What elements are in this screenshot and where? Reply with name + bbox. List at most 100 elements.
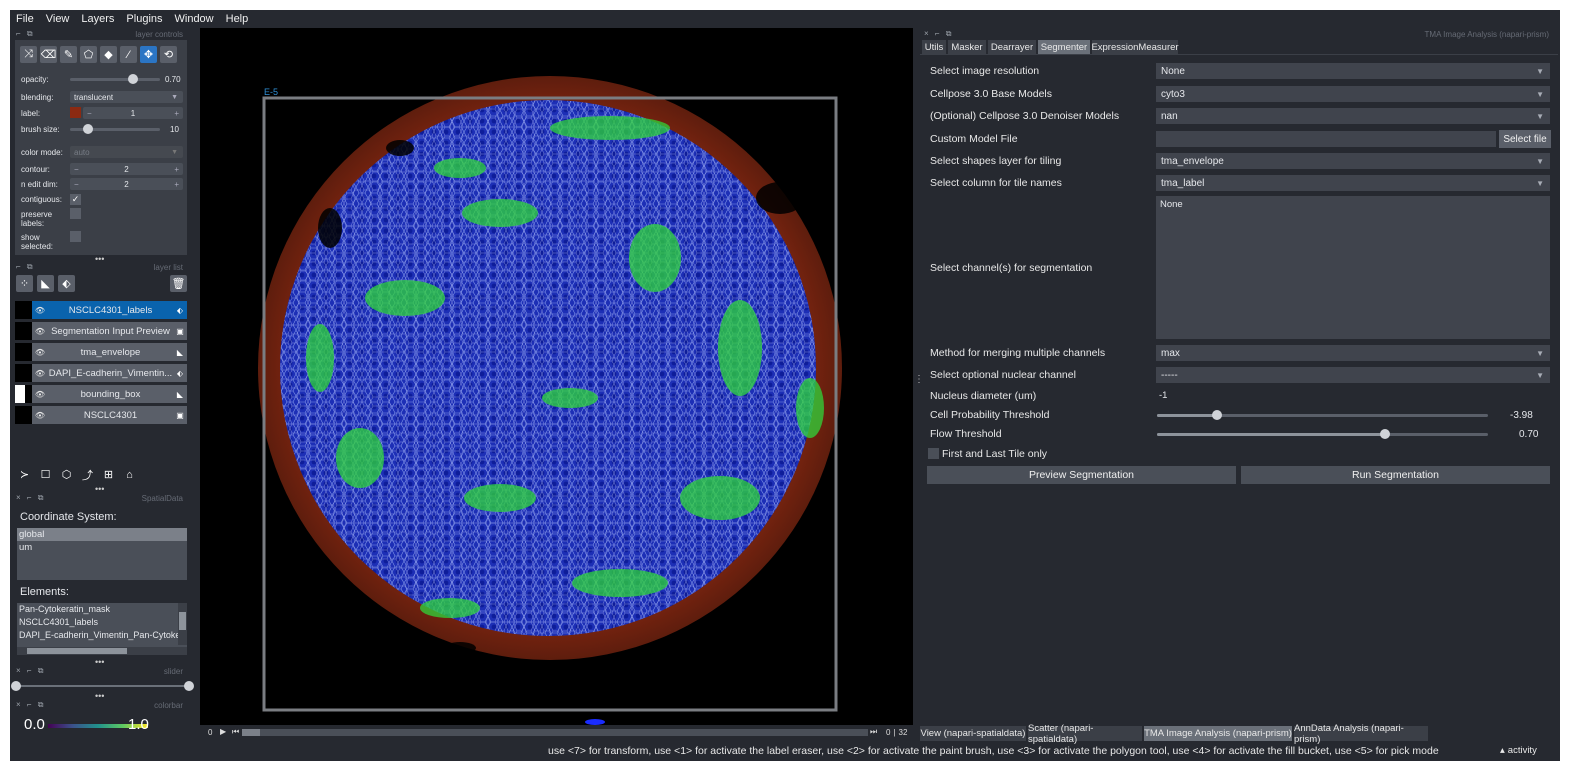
dock-splitter-handle[interactable]: ⋮ [914,374,924,385]
contiguous-checkbox[interactable]: ✓ [70,194,81,205]
dock-tab[interactable]: AnnData Analysis (napari-prism) [1294,723,1428,745]
menu-file[interactable]: File [10,13,40,25]
shuffle-colors-icon[interactable]: ⤨ [20,46,37,63]
dock-float-icon[interactable]: ⌐ ⧉ [16,29,35,39]
dock-float-icon[interactable]: × ⌐ ⧉ [16,700,46,710]
resolution-select[interactable]: None ▼ [1156,63,1550,79]
grid-icon[interactable]: ⊞ [100,466,117,483]
menu-layers[interactable]: Layers [75,13,120,25]
blending-select[interactable]: translucent ▼ [70,91,183,103]
label-color-swatch[interactable] [70,107,81,118]
brush-size-slider-handle[interactable] [83,124,93,134]
visibility-eye-icon[interactable]: 👁 [32,390,48,399]
custom-model-path-field[interactable] [1156,131,1496,147]
coord-item-global[interactable]: global [17,528,187,541]
visibility-eye-icon[interactable]: 👁 [32,411,48,420]
dock-tab[interactable]: Scatter (napari-spatialdata) [1028,723,1142,745]
shapes-layer-select[interactable]: tma_envelope ▼ [1156,153,1550,169]
range-slider-max-handle[interactable] [184,681,194,691]
opacity-slider[interactable] [70,78,160,81]
polygon-tool-icon[interactable]: ⬠ [80,46,97,63]
dock-float-icon[interactable]: × ⌐ ⧉ [16,666,46,676]
elements-horizontal-scrollbar[interactable] [17,647,187,655]
elements-vertical-scrollbar[interactable] [178,603,187,645]
label-increment[interactable]: + [174,109,179,118]
layer-row[interactable]: 👁 bounding_box ◣ [15,385,187,403]
n-edit-dim-spinbox[interactable]: − 2 + [70,178,183,190]
visibility-eye-icon[interactable]: 👁 [32,327,48,336]
layer-row[interactable]: 👁 NSCLC4301 ▣ [15,406,187,424]
step-forward-icon[interactable]: ⏭ [870,727,877,737]
eraser-icon[interactable]: ⌫ [40,46,57,63]
contour-spinbox[interactable]: − 2 + [70,163,183,175]
first-last-tile-checkbox[interactable] [928,448,939,459]
pick-color-icon[interactable]: ⁄ [120,46,137,63]
scrollbar-thumb[interactable] [179,612,186,630]
menu-plugins[interactable]: Plugins [120,13,168,25]
flow-threshold-slider-handle[interactable] [1380,429,1391,439]
transpose-icon[interactable]: ⤴ [79,466,96,483]
cell-prob-slider-handle[interactable] [1211,410,1222,420]
channels-list-item[interactable]: None [1160,199,1183,210]
element-item[interactable]: Pan-Cytokeratin_mask [17,603,179,616]
denoiser-select[interactable]: nan ▼ [1156,108,1550,124]
nucleus-diameter-input[interactable]: -1 [1156,388,1550,404]
run-segmentation-button[interactable]: Run Segmentation [1241,466,1550,484]
elements-list[interactable]: Pan-Cytokeratin_mask NSCLC4301_labels DA… [17,603,187,655]
dock-float-icon[interactable]: × ⌐ ⧉ [924,29,954,39]
channels-list[interactable]: None [1156,196,1550,339]
new-points-layer-icon[interactable]: ⁘ [16,275,33,292]
n-edit-dim-increment[interactable]: + [174,180,179,189]
visibility-eye-icon[interactable]: 👁 [32,369,48,378]
nuclear-channel-select[interactable]: ----- ▼ [1156,367,1550,383]
roll-dimensions-icon[interactable]: ⬡ [58,466,75,483]
label-spinbox[interactable]: − 1 + [83,107,183,119]
tab-segmenter[interactable]: Segmenter [1038,40,1090,54]
coordinate-system-list[interactable]: global um [17,528,187,580]
console-icon[interactable]: ≻ [16,466,33,483]
range-slider-min-handle[interactable] [11,681,21,691]
dock-tab[interactable]: TMA Image Analysis (napari-prism) [1144,726,1292,741]
visibility-eye-icon[interactable]: 👁 [32,348,48,357]
element-item[interactable]: DAPI_E-cadherin_Vimentin_Pan-Cytoke [17,629,179,642]
coord-item-um[interactable]: um [17,541,187,554]
menu-window[interactable]: Window [169,13,220,25]
home-icon[interactable]: ⌂ [121,466,138,483]
pan-zoom-icon[interactable]: ✥ [140,46,157,63]
new-labels-layer-icon[interactable]: ⬖ [58,275,75,292]
dock-float-icon[interactable]: ⌐ ⧉ [16,262,35,272]
element-item[interactable]: NSCLC4301_labels [17,616,179,629]
delete-layer-icon[interactable]: 🗑 [170,275,187,292]
layer-row[interactable]: 👁 tma_envelope ◣ [15,343,187,361]
visibility-eye-icon[interactable]: 👁 [32,306,48,315]
opacity-slider-handle[interactable] [128,74,138,84]
tab-masker[interactable]: Masker [948,40,986,54]
merge-method-select[interactable]: max ▼ [1156,345,1550,361]
color-mode-select[interactable]: auto ▼ [70,146,183,158]
dims-slider-thumb[interactable] [242,729,260,736]
scrollbar-thumb[interactable] [27,648,127,654]
transform-icon[interactable]: ⟲ [160,46,177,63]
layer-row[interactable]: 👁 Segmentation Input Preview ▣ [15,322,187,340]
new-shapes-layer-icon[interactable]: ◣ [37,275,54,292]
dock-float-icon[interactable]: × ⌐ ⧉ [16,493,46,503]
step-back-icon[interactable]: ⏮ [232,727,239,737]
paint-brush-icon[interactable]: ✎ [60,46,77,63]
menu-view[interactable]: View [40,13,76,25]
range-slider[interactable] [15,685,189,687]
tab-dearrayer[interactable]: Dearrayer [988,40,1036,54]
tile-column-select[interactable]: tma_label ▼ [1156,175,1550,191]
layer-row[interactable]: 👁 DAPI_E-cadherin_Vimentin... ⬖ [15,364,187,382]
ndisplay-icon[interactable]: ☐ [37,466,54,483]
dock-tab[interactable]: View (napari-spatialdata) [920,726,1026,741]
play-icon[interactable]: ▶ [220,727,226,736]
tab-expressionmeasurer[interactable]: ExpressionMeasurer [1091,40,1179,54]
base-model-select[interactable]: cyto3 ▼ [1156,86,1550,102]
preview-segmentation-button[interactable]: Preview Segmentation [927,466,1236,484]
fill-bucket-icon[interactable]: ◆ [100,46,117,63]
contour-increment[interactable]: + [174,165,179,174]
activity-button[interactable]: ▴ activity [1500,745,1537,756]
show-selected-checkbox[interactable] [70,231,81,242]
dims-slider[interactable] [242,729,868,736]
tab-utils[interactable]: Utils [922,40,946,54]
